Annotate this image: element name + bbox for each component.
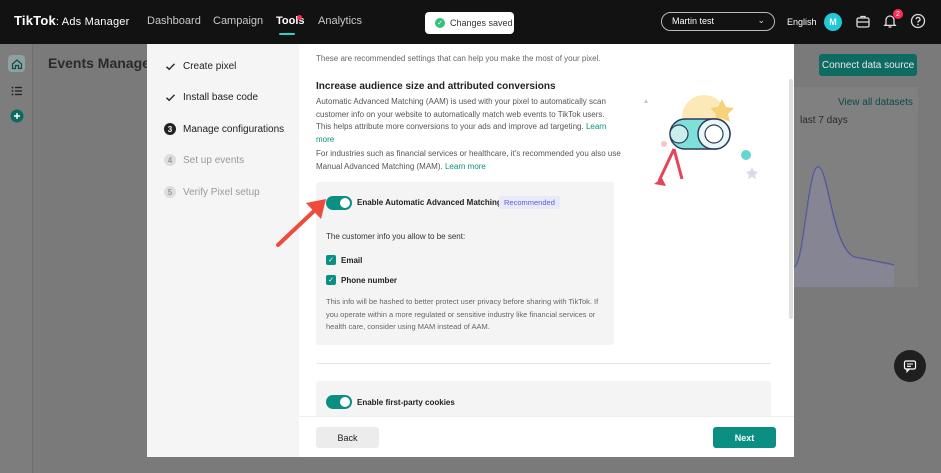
briefcase-icon[interactable] — [855, 13, 871, 29]
chevron-down-icon: ⌄ — [757, 15, 765, 25]
content-scrollbar[interactable] — [789, 79, 793, 319]
customer-info-label: The customer info you allow to be sent: — [326, 232, 466, 241]
tools-notification-dot — [297, 15, 302, 20]
account-selector[interactable]: Martin test ⌄ — [661, 12, 775, 31]
nav-analytics[interactable]: Analytics — [318, 15, 362, 27]
email-checkbox[interactable]: ✓ — [326, 255, 336, 265]
page-title: Events Manager — [48, 55, 156, 71]
section-title: Increase audience size and attributed co… — [316, 81, 556, 92]
intro-text: These are recommended settings that can … — [316, 54, 601, 63]
notification-count-badge: 2 — [893, 9, 903, 19]
step-manage-configurations[interactable]: 3 Manage configurations — [164, 123, 284, 135]
step-set-up-events[interactable]: 4 Set up events — [164, 154, 244, 166]
brand-name: TikTok — [14, 13, 56, 28]
chat-icon — [903, 360, 917, 373]
user-avatar[interactable]: M — [824, 13, 842, 31]
step-create-pixel[interactable]: Create pixel — [164, 60, 236, 72]
connect-data-source-button[interactable]: Connect data source — [819, 54, 917, 76]
step-number: 5 — [164, 186, 176, 198]
learn-more-link[interactable]: Learn more — [445, 162, 486, 171]
language-selector[interactable]: English — [787, 17, 817, 27]
aam-description: Automatic Advanced Matching (AAM) is use… — [316, 97, 607, 144]
step-label: Verify Pixel setup — [183, 186, 260, 198]
step-verify-pixel-setup[interactable]: 5 Verify Pixel setup — [164, 186, 260, 198]
active-nav-indicator — [279, 33, 295, 35]
aam-settings-panel: Enable Automatic Advanced Matching Recom… — [316, 182, 614, 345]
nav-campaign[interactable]: Campaign — [213, 15, 263, 27]
configuration-content: These are recommended settings that can … — [299, 44, 794, 416]
mam-description: For industries such as financial service… — [316, 149, 621, 171]
tiktok-ads-manager-logo[interactable]: TikTok: Ads Manager — [14, 13, 129, 28]
matching-illustration — [634, 89, 774, 189]
step-label: Create pixel — [183, 60, 237, 72]
next-button[interactable]: Next — [713, 427, 776, 448]
phone-number-checkbox[interactable]: ✓ — [326, 275, 336, 285]
step-install-base-code[interactable]: Install base code — [164, 91, 258, 103]
left-sidebar — [0, 44, 33, 473]
date-range-text: last 7 days — [800, 115, 848, 126]
first-party-cookies-toggle[interactable] — [326, 395, 352, 409]
changes-saved-toast: ✓ Changes saved — [425, 12, 514, 34]
section-divider — [316, 363, 771, 364]
cookies-settings-panel: Enable first-party cookies — [316, 381, 771, 416]
brand-subtitle: : Ads Manager — [55, 16, 130, 28]
step-number: 4 — [164, 154, 176, 166]
top-navigation-bar: TikTok: Ads Manager Dashboard Campaign T… — [0, 0, 941, 44]
nav-dashboard[interactable]: Dashboard — [147, 15, 201, 27]
pixel-setup-modal: Create pixel Install base code 3 Manage … — [147, 44, 794, 457]
toast-message: Changes saved — [450, 18, 513, 28]
step-label: Install base code — [183, 91, 259, 103]
recommended-badge: Recommended — [499, 196, 560, 209]
add-icon[interactable] — [8, 107, 25, 124]
back-button[interactable]: Back — [316, 427, 379, 448]
modal-footer: Back Next — [299, 416, 794, 457]
email-label: Email — [341, 256, 363, 265]
step-number: 3 — [164, 123, 176, 135]
step-label: Manage configurations — [183, 123, 285, 135]
first-party-cookies-label: Enable first-party cookies — [357, 398, 455, 407]
chat-support-button[interactable] — [894, 350, 926, 382]
annotation-arrow-icon — [276, 199, 326, 247]
check-icon — [164, 91, 176, 103]
aam-toggle-label: Enable Automatic Advanced Matching — [357, 198, 502, 207]
home-icon[interactable] — [8, 55, 25, 72]
list-icon[interactable] — [8, 82, 25, 99]
help-icon[interactable] — [910, 13, 926, 29]
account-name: Martin test — [672, 16, 715, 26]
view-all-datasets-link[interactable]: View all datasets — [838, 97, 913, 108]
check-icon — [164, 60, 176, 72]
success-check-icon: ✓ — [435, 18, 445, 28]
hashing-notice: This info will be hashed to better prote… — [326, 297, 599, 331]
phone-number-label: Phone number — [341, 276, 398, 285]
step-label: Set up events — [183, 154, 245, 166]
